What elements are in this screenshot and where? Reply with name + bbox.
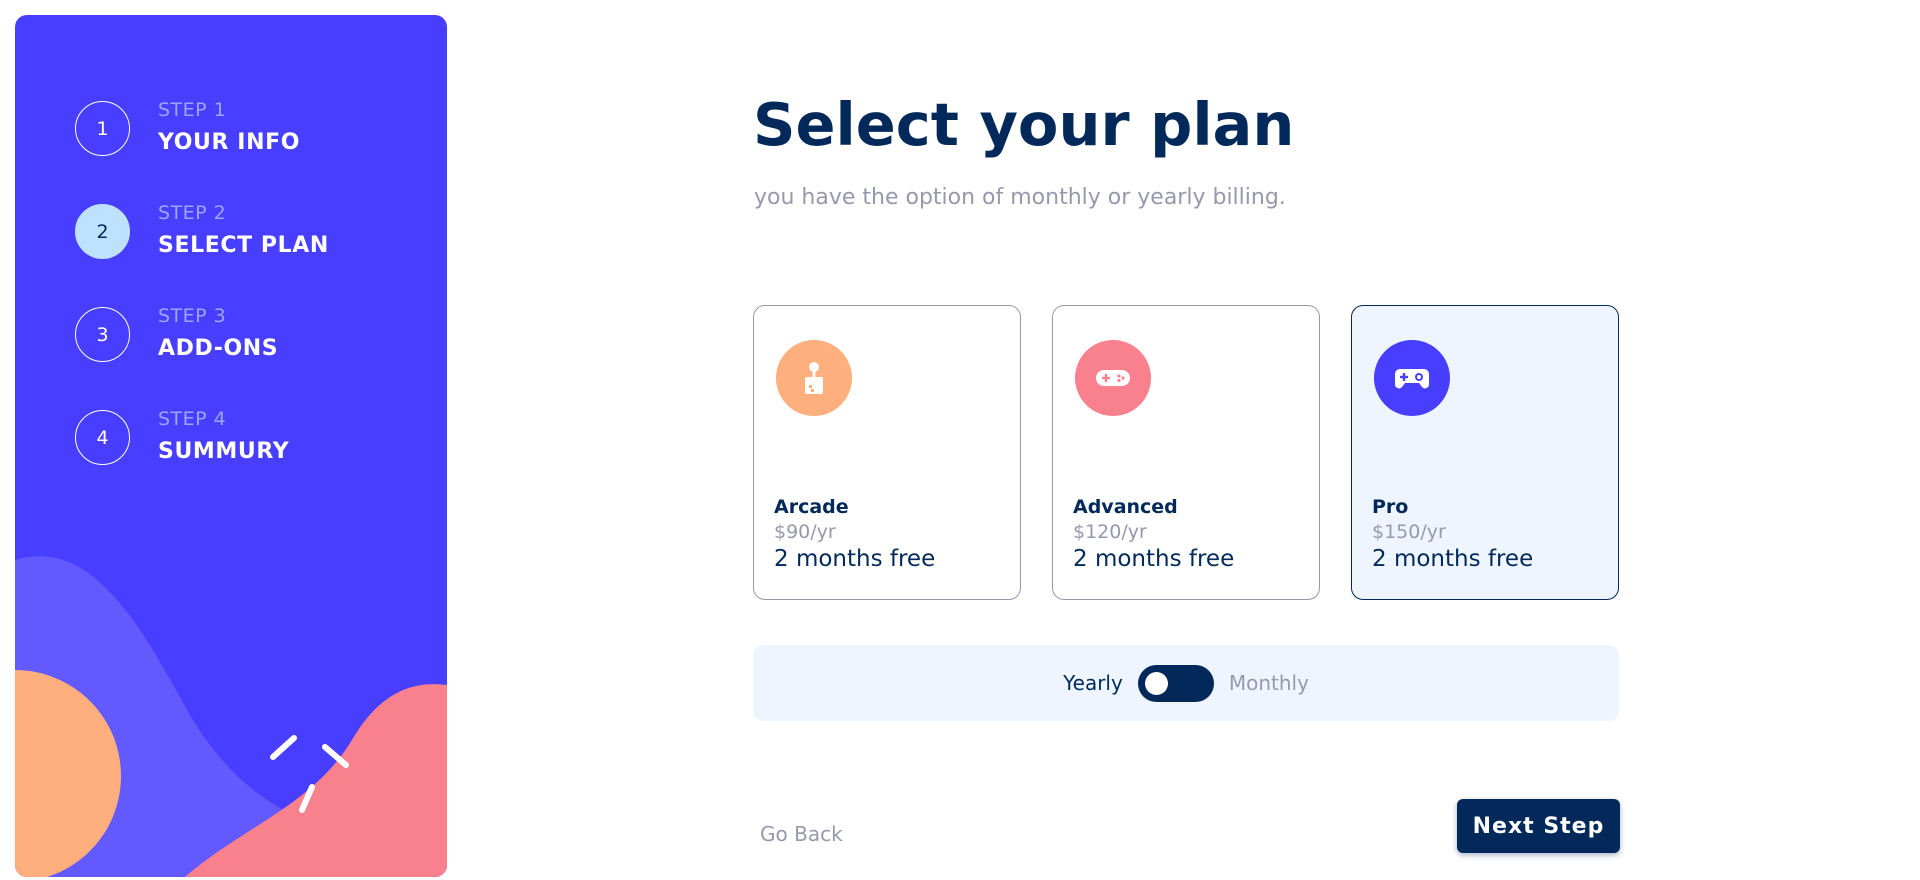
plan-promo: 2 months free <box>774 546 936 572</box>
plan-name: Pro <box>1372 496 1409 518</box>
plan-price: $90/yr <box>774 521 836 543</box>
go-back-link[interactable]: Go Back <box>760 822 843 846</box>
step-number-circle: 4 <box>75 410 130 465</box>
plan-promo: 2 months free <box>1372 546 1534 572</box>
step-label: SUMMURY <box>158 439 290 464</box>
toggle-knob <box>1144 671 1168 695</box>
plan-card-pro[interactable]: Pro $150/yr 2 months free <box>1351 305 1619 600</box>
next-step-button[interactable]: Next Step <box>1457 799 1620 853</box>
monthly-label[interactable]: Monthly <box>1229 671 1309 695</box>
page-title: Select your plan <box>753 90 1295 159</box>
plan-price: $150/yr <box>1372 521 1446 543</box>
plan-promo: 2 months free <box>1073 546 1235 572</box>
step-caption: STEP 3 <box>158 305 227 327</box>
plan-price: $120/yr <box>1073 521 1147 543</box>
advanced-gamepad-icon <box>1075 340 1151 416</box>
step-caption: STEP 2 <box>158 202 227 224</box>
step-caption: STEP 1 <box>158 99 227 121</box>
pro-gamepad-icon <box>1374 340 1450 416</box>
step-label: YOUR INFO <box>158 130 301 155</box>
yearly-label[interactable]: Yearly <box>1063 671 1123 695</box>
sidebar: 1 STEP 1 YOUR INFO 2 STEP 2 SELECT PLAN … <box>15 15 447 877</box>
page-subtitle: you have the option of monthly or yearly… <box>754 185 1286 210</box>
arcade-joystick-icon <box>776 340 852 416</box>
billing-toggle-bar: Yearly Monthly <box>753 645 1619 721</box>
billing-toggle-switch[interactable] <box>1137 664 1214 702</box>
step-number-circle: 1 <box>75 101 130 156</box>
step-label: ADD-ONS <box>158 336 279 361</box>
step-number-circle: 2 <box>75 204 130 259</box>
step-caption: STEP 4 <box>158 408 227 430</box>
plan-card-arcade[interactable]: Arcade $90/yr 2 months free <box>753 305 1021 600</box>
plan-card-advanced[interactable]: Advanced $120/yr 2 months free <box>1052 305 1320 600</box>
multi-step-form: 1 STEP 1 YOUR INFO 2 STEP 2 SELECT PLAN … <box>0 0 1920 880</box>
step-label: SELECT PLAN <box>158 233 329 258</box>
plan-name: Advanced <box>1073 496 1178 518</box>
step-number-circle: 3 <box>75 307 130 362</box>
plan-name: Arcade <box>774 496 849 518</box>
